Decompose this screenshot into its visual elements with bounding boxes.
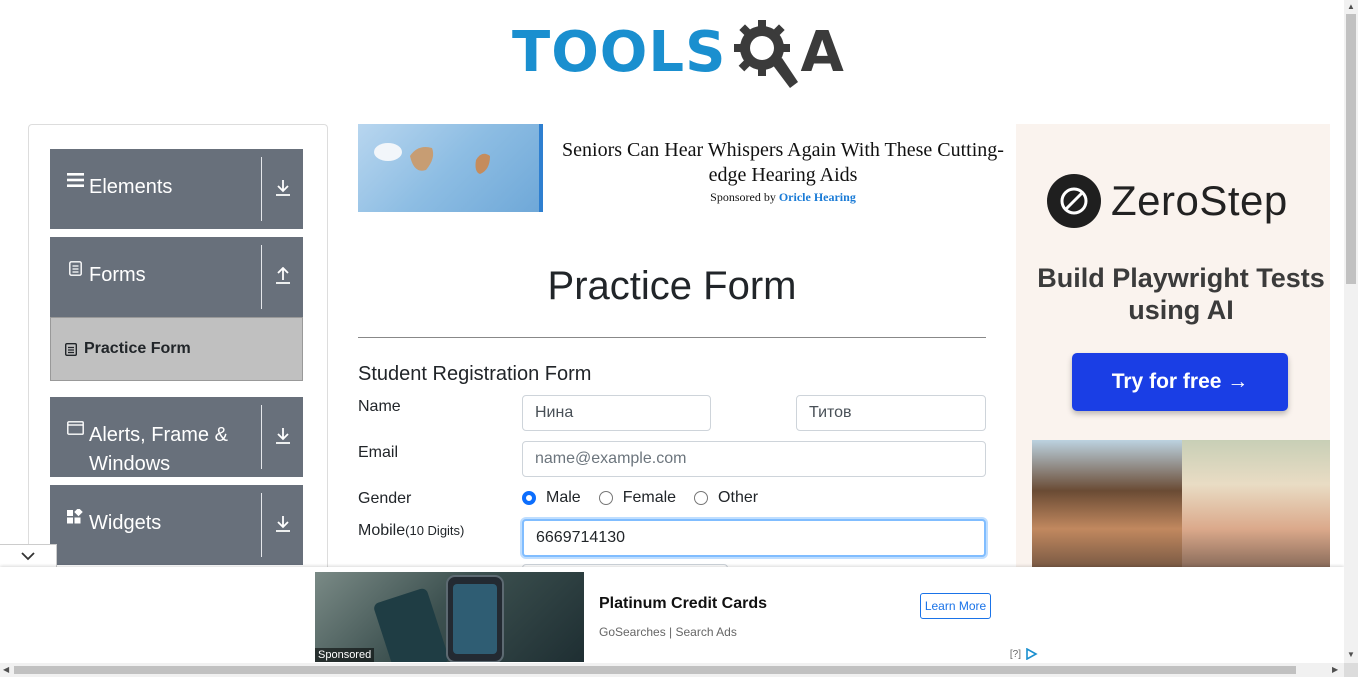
last-name-input[interactable]: Титов	[796, 395, 986, 431]
top-ad-sponsor: Sponsored by Oricle Hearing	[558, 190, 1008, 205]
bottom-ad-source: GoSearches | Search Ads	[599, 625, 737, 639]
scroll-up-icon[interactable]: ▲	[1347, 2, 1355, 11]
right-ad-zerostep[interactable]: ZeroStep Build Playwright Tests using AI…	[1016, 124, 1330, 567]
sidebar-group-label: Elements	[89, 176, 173, 198]
gender-male-radio[interactable]: Male	[522, 489, 581, 507]
window-icon	[66, 421, 84, 435]
zerostep-tagline: Build Playwright Tests using AI	[1037, 263, 1325, 325]
sidebar-item-practice-form[interactable]: Practice Form	[50, 317, 303, 381]
page-title: Practice Form	[547, 264, 797, 308]
horizontal-scrollbar[interactable]: ◀ ▶	[0, 663, 1344, 677]
sidebar-item-label: Practice Form	[84, 340, 191, 357]
divider	[358, 337, 986, 338]
radio-label: Male	[546, 489, 581, 506]
scroll-left-icon[interactable]: ◀	[3, 665, 9, 674]
radio-checked-icon[interactable]	[522, 491, 536, 505]
download-icon	[273, 427, 293, 445]
radio-unchecked-icon[interactable]	[694, 491, 709, 505]
ad-photo-man	[1032, 440, 1182, 567]
collapse-ad-button[interactable]	[0, 544, 57, 569]
name-label: Name	[358, 398, 401, 415]
widgets-icon	[66, 509, 84, 524]
email-input[interactable]: name@example.com	[522, 441, 986, 477]
first-name-input[interactable]: Нина	[522, 395, 711, 431]
credit-card-ad-image: Sponsored	[315, 572, 584, 677]
bottom-ad[interactable]: Sponsored Platinum Credit Cards GoSearch…	[315, 572, 1043, 677]
gender-radio-group: Male Female Other	[522, 489, 776, 507]
horizontal-scroll-thumb[interactable]	[14, 666, 1296, 674]
logo-qa-mark: A	[732, 16, 844, 90]
mobile-input[interactable]: 6669714130	[522, 519, 986, 557]
download-icon	[273, 179, 293, 197]
form-icon	[65, 342, 77, 356]
scroll-down-icon[interactable]: ▼	[1347, 650, 1355, 659]
logo-tools-text: TOOLS	[512, 20, 727, 85]
zerostep-logo-icon	[1047, 174, 1101, 228]
mobile-hint: (10 Digits)	[405, 523, 465, 538]
radio-label: Other	[718, 489, 759, 506]
top-ad-banner[interactable]: Seniors Can Hear Whispers Again With The…	[358, 124, 1008, 212]
sponsor-name[interactable]: Oricle Hearing	[779, 190, 856, 204]
ad-photo-woman	[1182, 440, 1330, 567]
try-for-free-button[interactable]: Try for free →	[1072, 353, 1288, 411]
logo-a-text: A	[800, 20, 844, 85]
sponsored-label: Sponsored	[315, 648, 375, 662]
gender-female-radio[interactable]: Female	[598, 489, 677, 507]
form-title: Student Registration Form	[358, 363, 592, 385]
adchoices-icon	[1026, 648, 1038, 660]
toolsqa-logo[interactable]: TOOLS A	[512, 14, 844, 92]
gender-label: Gender	[358, 490, 412, 507]
sidebar-group-elements[interactable]: Elements	[50, 149, 303, 229]
sponsored-by-text: Sponsored by	[710, 190, 776, 204]
top-ad-title: Seniors Can Hear Whispers Again With The…	[562, 139, 1004, 186]
gear-magnifier-icon	[734, 20, 799, 88]
learn-more-button[interactable]: Learn More	[920, 593, 991, 619]
download-icon	[273, 515, 293, 533]
chevron-down-icon	[21, 552, 35, 561]
sidebar-group-label: Widgets	[89, 512, 162, 534]
scrollbar-corner	[1344, 663, 1358, 677]
bottom-ad-bar: Sponsored Platinum Credit Cards GoSearch…	[0, 567, 1344, 677]
sidebar: Elements Forms Practice Form Alerts, Fra…	[28, 124, 328, 575]
gender-other-radio[interactable]: Other	[694, 489, 758, 507]
sidebar-group-alerts[interactable]: Alerts, Frame & Windows	[50, 397, 303, 477]
ad-choices[interactable]: [?]	[1010, 648, 1039, 660]
zerostep-name: ZeroStep	[1111, 177, 1288, 224]
ad-info-text: [?]	[1009, 648, 1021, 660]
bottom-ad-title: Platinum Credit Cards	[599, 595, 768, 612]
upload-icon	[273, 267, 293, 285]
mobile-label-text: Mobile	[358, 522, 406, 539]
sidebar-group-widgets[interactable]: Widgets	[50, 485, 303, 565]
sidebar-group-forms[interactable]: Forms	[50, 237, 303, 317]
vertical-scrollbar[interactable]: ▲ ▼	[1344, 0, 1358, 663]
zerostep-brand: ZeroStep	[1047, 174, 1288, 228]
radio-unchecked-icon[interactable]	[598, 491, 613, 505]
scroll-right-icon[interactable]: ▶	[1332, 665, 1338, 674]
mobile-label: Mobile(10 Digits)	[358, 522, 464, 540]
radio-label: Female	[622, 489, 677, 506]
email-label: Email	[358, 444, 399, 461]
hamburger-icon	[66, 173, 84, 187]
hearing-aid-ad-image	[358, 124, 543, 212]
sidebar-group-label: Forms	[89, 264, 146, 286]
sidebar-group-label: Alerts, Frame & Windows	[89, 424, 228, 475]
document-icon	[66, 261, 84, 276]
vertical-scroll-thumb[interactable]	[1346, 14, 1356, 284]
